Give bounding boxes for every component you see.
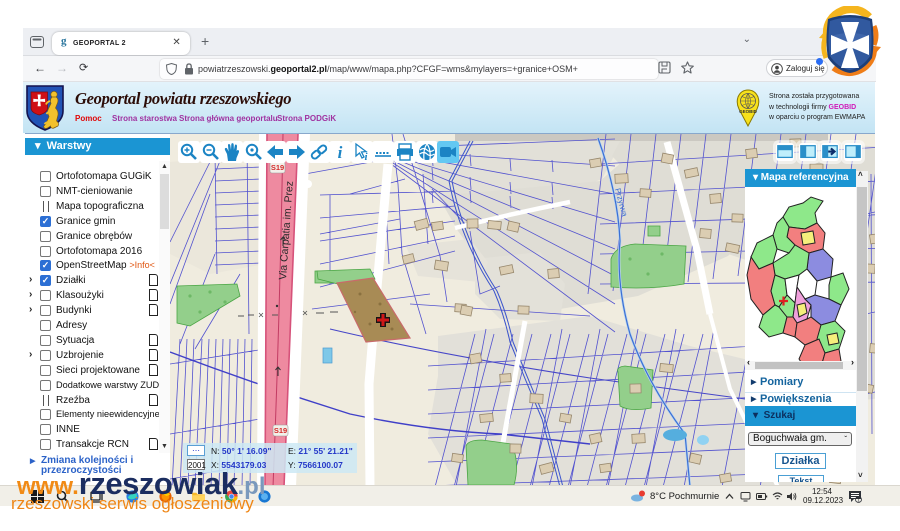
svg-text:i: i xyxy=(338,143,343,162)
svg-text:S19: S19 xyxy=(271,163,284,172)
svg-text:1: 1 xyxy=(857,498,860,503)
svg-text:i: i xyxy=(364,151,368,163)
svg-text:S19: S19 xyxy=(274,426,287,435)
svg-text:GEOBID: GEOBID xyxy=(739,109,758,114)
